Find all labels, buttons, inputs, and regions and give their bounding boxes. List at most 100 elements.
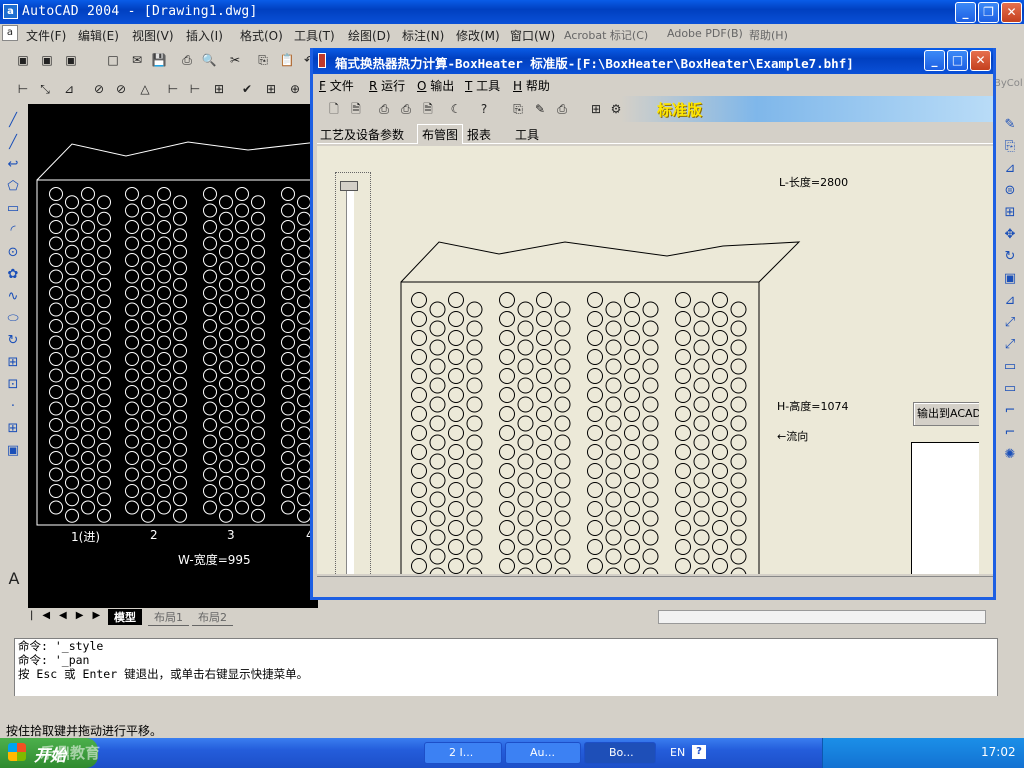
bh-toolbar-button[interactable]: 🗎 (419, 100, 437, 118)
toolbar-button[interactable]: ⊞ (262, 80, 280, 98)
modify-tool-button[interactable]: ▣ (1001, 270, 1019, 288)
acad-title-bar[interactable]: a AutoCAD 2004 - [Drawing1.dwg] _ ❐ ✕ (0, 0, 1024, 24)
acad-menu-item[interactable]: 视图(V) (132, 27, 174, 44)
toolbar-button[interactable]: 🔍 (200, 51, 218, 69)
bh-menu-help[interactable]: H 帮助 (513, 77, 550, 94)
bh-toolbar-button[interactable]: ? (475, 100, 493, 118)
boxheater-title-bar[interactable]: 箱式换热器热力计算-BoxHeater 标准版-[F:\BoxHeater\Bo… (313, 48, 993, 74)
acad-menu-item[interactable]: 工具(T) (294, 27, 335, 44)
color-control-partial[interactable]: ByCol (994, 78, 1024, 96)
draw-tool-button[interactable]: ╱ (4, 112, 22, 130)
horizontal-scrollbar[interactable] (658, 610, 986, 624)
modify-tool-button[interactable]: ⊞ (1001, 204, 1019, 222)
draw-tool-button[interactable]: ▣ (4, 442, 22, 460)
task-button-autocad[interactable]: Au... (505, 742, 581, 764)
acad-menu-item[interactable]: 绘图(D) (348, 27, 391, 44)
bh-toolbar-button[interactable]: ⊞ (587, 100, 605, 118)
acad-menu-item[interactable]: Acrobat 标记(C) (564, 27, 648, 43)
toolbar-button[interactable]: □ (104, 51, 122, 69)
draw-tool-button[interactable]: ⊡ (4, 376, 22, 394)
acad-menu-item[interactable]: 窗口(W) (510, 27, 555, 44)
bh-menu-output[interactable]: O 输出 (417, 77, 454, 94)
slider-thumb[interactable] (340, 181, 358, 191)
modify-tool-button[interactable]: ↻ (1001, 248, 1019, 266)
zoom-slider[interactable] (335, 172, 371, 574)
toolbar-button[interactable]: ▣ (62, 51, 80, 69)
toolbar-button[interactable]: ⊿ (60, 80, 78, 98)
bh-minimize-icon[interactable]: _ (924, 50, 945, 71)
bh-maximize-icon[interactable]: □ (947, 50, 968, 71)
draw-tool-button[interactable]: ⬭ (4, 310, 22, 328)
bh-close-icon[interactable]: ✕ (970, 50, 991, 71)
modify-tool-button[interactable]: ⎘ (1001, 138, 1019, 156)
acad-drawing-canvas[interactable]: 1(进) 2 3 4 W-宽度=995 (28, 104, 318, 608)
acad-menu-item[interactable]: 格式(O) (240, 27, 283, 44)
bh-menu-run[interactable]: R 运行 (369, 77, 405, 94)
tab-layout2[interactable]: 布局2 (192, 609, 233, 626)
tab-process-params[interactable]: 工艺及设备参数 (320, 126, 404, 143)
bh-toolbar-button[interactable]: ⎙ (375, 100, 393, 118)
toolbar-button[interactable]: ⤡ (36, 80, 54, 98)
draw-tool-button[interactable]: ↻ (4, 332, 22, 350)
modify-tool-button[interactable]: ⌐ (1001, 402, 1019, 420)
toolbar-button[interactable]: ⎙ (178, 51, 196, 69)
modify-tool-button[interactable]: ⊿ (1001, 160, 1019, 178)
autocad-app-icon[interactable]: a (3, 4, 18, 19)
toolbar-button[interactable]: ⊘ (112, 80, 130, 98)
slider-track[interactable] (346, 191, 354, 574)
acad-menu-item[interactable]: 修改(M) (456, 27, 500, 44)
acad-menu-item[interactable]: 插入(I) (186, 27, 223, 44)
language-indicator[interactable]: EN (670, 746, 685, 759)
draw-tool-button[interactable]: ↩ (4, 156, 22, 174)
modify-tool-button[interactable]: ⊿ (1001, 292, 1019, 310)
modify-tool-button[interactable]: ✎ (1001, 116, 1019, 134)
tab-tools[interactable]: 工具 (515, 126, 539, 143)
boxheater-window[interactable]: 箱式换热器热力计算-BoxHeater 标准版-[F:\BoxHeater\Bo… (310, 48, 996, 600)
draw-tool-button[interactable]: ◜ (4, 222, 22, 240)
bh-toolbar-button[interactable]: ☾ (447, 100, 465, 118)
toolbar-button[interactable]: ⊢ (14, 80, 32, 98)
toolbar-button[interactable]: ⊞ (210, 80, 228, 98)
tube-layout-canvas[interactable]: L-长度=2800 H-高度=1074 ←流向 输出到ACAD (331, 150, 979, 574)
acad-menu-item[interactable]: 标注(N) (402, 27, 444, 44)
draw-tool-button[interactable]: ∿ (4, 288, 22, 306)
bh-toolbar-button[interactable]: ⎘ (509, 100, 527, 118)
draw-tool-button[interactable]: ⊞ (4, 354, 22, 372)
draw-tool-button[interactable]: · (4, 398, 22, 416)
export-to-acad-button[interactable]: 输出到ACAD (913, 402, 979, 426)
modify-tool-button[interactable]: ✺ (1001, 446, 1019, 464)
bh-toolbar-button[interactable]: 🗎 (347, 100, 365, 118)
draw-tool-button[interactable]: ╱ (4, 134, 22, 152)
tab-report[interactable]: 报表 (467, 126, 491, 143)
document-icon[interactable]: a (2, 25, 18, 41)
acad-menu-item[interactable]: Adobe PDF(B) (667, 27, 743, 40)
acad-menu-item[interactable]: 文件(F) (26, 27, 66, 44)
modify-tool-button[interactable]: ▭ (1001, 380, 1019, 398)
draw-tool-button[interactable]: ⊙ (4, 244, 22, 262)
acad-menu-item[interactable]: 编辑(E) (78, 27, 119, 44)
restore-icon[interactable]: ❐ (978, 2, 999, 23)
draw-tool-button[interactable]: ⊞ (4, 420, 22, 438)
toolbar-button[interactable]: ✔ (238, 80, 256, 98)
tab-model[interactable]: 模型 (108, 609, 142, 625)
help-icon[interactable]: ? (692, 745, 706, 759)
bh-menu-file[interactable]: F 文件 (319, 77, 354, 94)
minimize-icon[interactable]: _ (955, 2, 976, 23)
draw-tool-button[interactable]: ▭ (4, 200, 22, 218)
toolbar-button[interactable]: ▣ (14, 51, 32, 69)
close-icon[interactable]: ✕ (1001, 2, 1022, 23)
toolbar-button[interactable]: ⊢ (164, 80, 182, 98)
bh-menu-tools[interactable]: T 工具 (465, 77, 500, 94)
toolbar-button[interactable]: ▣ (38, 51, 56, 69)
toolbar-button[interactable]: ⊕ (286, 80, 304, 98)
modify-tool-button[interactable]: ⊜ (1001, 182, 1019, 200)
task-button-ie[interactable]: 2 I... (424, 742, 502, 764)
modify-tool-button[interactable]: ⤢ (1001, 314, 1019, 332)
modify-tool-button[interactable]: ⌐ (1001, 424, 1019, 442)
text-tool-icon[interactable]: A (5, 570, 23, 588)
bh-toolbar-button[interactable]: ⚙ (607, 100, 625, 118)
tab-tube-layout[interactable]: 布管图 (417, 124, 464, 144)
modify-tool-button[interactable]: ✥ (1001, 226, 1019, 244)
modify-tool-button[interactable]: ▭ (1001, 358, 1019, 376)
tab-layout1[interactable]: 布局1 (148, 609, 189, 626)
